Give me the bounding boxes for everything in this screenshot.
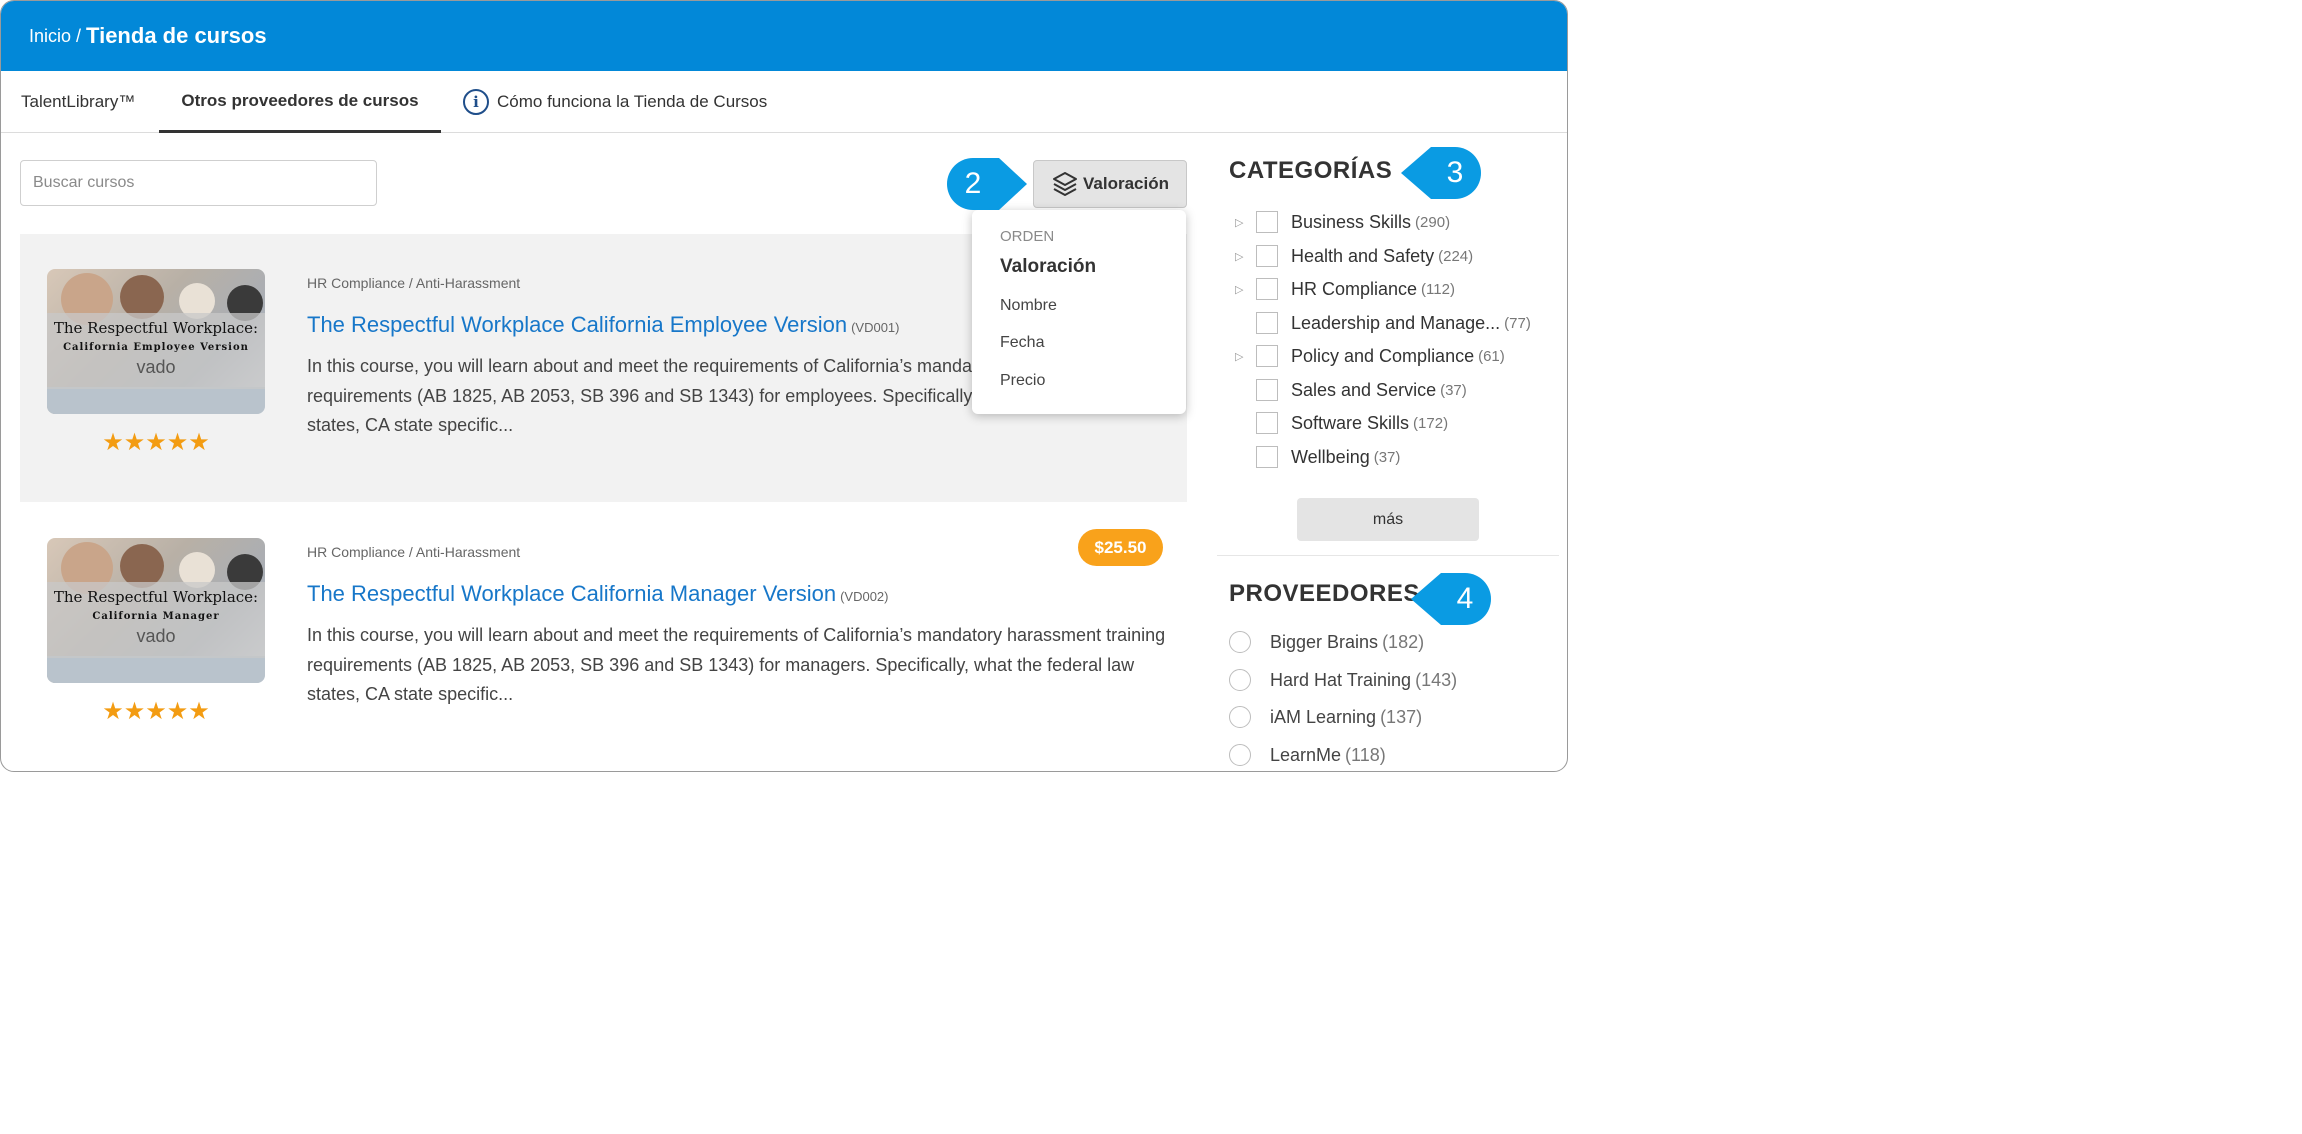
category-item-health-safety[interactable]: ▷ Health and Safety (224) [1217, 239, 1473, 273]
categories-title: CATEGORÍAS [1229, 157, 1393, 184]
course-category: HR Compliance / Anti-Harassment [307, 275, 521, 291]
category-item-business-skills[interactable]: ▷ Business Skills (290) [1217, 205, 1450, 239]
provider-item-bigger-brains[interactable]: Bigger Brains (182) [1229, 624, 1424, 660]
provider-radio[interactable] [1229, 669, 1251, 691]
vado-logo: vado [136, 357, 176, 377]
tab-how-it-works[interactable]: i Cómo funciona la Tienda de Cursos [463, 71, 767, 133]
category-item-policy-compliance[interactable]: ▷ Policy and Compliance (61) [1217, 339, 1505, 373]
course-category: HR Compliance / Anti-Harassment [307, 544, 521, 560]
sort-button-label: Valoración [1083, 174, 1169, 193]
provider-radio[interactable] [1229, 744, 1251, 766]
sort-dropdown: ORDEN Valoración Nombre Fecha Precio [972, 210, 1186, 414]
info-icon: i [463, 89, 489, 115]
thumbnail-caption: The Respectful Workplace: California Man… [47, 582, 265, 658]
category-item-software-skills[interactable]: ▷ Software Skills(172) [1217, 406, 1448, 440]
category-item-sales-service[interactable]: ▷ Sales and Service(37) [1217, 373, 1467, 407]
category-checkbox[interactable] [1256, 379, 1278, 401]
tab-label: Otros proveedores de cursos [181, 90, 419, 110]
tab-bar: TalentLibrary™ Otros proveedores de curs… [1, 71, 1567, 133]
sort-menu-header: ORDEN [1000, 228, 1055, 245]
category-item-hr-compliance[interactable]: ▷ HR Compliance (112) [1217, 272, 1455, 306]
page-title: Tienda de cursos [86, 23, 267, 48]
provider-radio[interactable] [1229, 631, 1251, 653]
rating-stars: ★★★★★ [102, 698, 210, 725]
callout-number: 4 [1456, 582, 1474, 615]
category-checkbox[interactable] [1256, 412, 1278, 434]
sort-option-date[interactable]: Fecha [1000, 325, 1158, 363]
category-checkbox[interactable] [1256, 345, 1278, 367]
sort-button[interactable]: Valoración [1033, 160, 1187, 208]
header-bar: Inicio / Tienda de cursos [1, 1, 1567, 71]
course-thumbnail[interactable]: The Respectful Workplace: California Emp… [47, 269, 265, 414]
callout-marker-2: 2 [947, 158, 1027, 210]
tab-talentlibrary[interactable]: TalentLibrary™ [21, 71, 135, 133]
sidebar-divider [1217, 555, 1559, 556]
category-checkbox[interactable] [1256, 245, 1278, 267]
course-card[interactable]: The Respectful Workplace: California Man… [20, 503, 1187, 771]
app-frame: Inicio / Tienda de cursos TalentLibrary™… [0, 0, 1568, 772]
callout-number: 3 [1446, 156, 1464, 189]
course-code: (VD001) [851, 320, 900, 335]
search-input[interactable] [20, 160, 377, 206]
category-checkbox[interactable] [1256, 446, 1278, 468]
sort-option-price[interactable]: Precio [1000, 362, 1158, 400]
callout-marker-4: 4 [1411, 573, 1491, 625]
provider-item-learnme[interactable]: LearnMe (118) [1229, 737, 1386, 771]
category-item-leadership[interactable]: ▷ Leadership and Manage...(77) [1217, 306, 1531, 340]
layers-icon [1053, 172, 1077, 196]
vado-logo: vado [136, 626, 176, 646]
price-badge: $25.50 [1078, 529, 1163, 566]
provider-radio[interactable] [1229, 706, 1251, 728]
expand-triangle-icon[interactable]: ▷ [1235, 283, 1253, 296]
category-checkbox[interactable] [1256, 278, 1278, 300]
tab-other-providers[interactable]: Otros proveedores de cursos [159, 71, 441, 133]
expand-triangle-icon[interactable]: ▷ [1235, 350, 1253, 363]
course-thumbnail[interactable]: The Respectful Workplace: California Man… [47, 538, 265, 683]
tab-label: TalentLibrary™ [21, 92, 136, 111]
tab-label: Cómo funciona la Tienda de Cursos [497, 92, 768, 111]
category-item-wellbeing[interactable]: ▷ Wellbeing(37) [1217, 440, 1400, 474]
course-code: (VD002) [840, 589, 889, 604]
more-categories-button[interactable]: más [1297, 498, 1479, 541]
sort-option-name[interactable]: Nombre [1000, 287, 1158, 325]
expand-triangle-icon[interactable]: ▷ [1235, 250, 1253, 263]
course-description: In this course, you will learn about and… [307, 625, 1166, 704]
course-title-link[interactable]: The Respectful Workplace California Mana… [307, 581, 889, 607]
callout-marker-3: 3 [1401, 147, 1481, 199]
breadcrumb-separator: / [76, 25, 82, 46]
breadcrumb-home-link[interactable]: Inicio [29, 26, 71, 47]
callout-number: 2 [964, 167, 982, 200]
category-checkbox[interactable] [1256, 211, 1278, 233]
provider-item-hard-hat[interactable]: Hard Hat Training (143) [1229, 662, 1457, 698]
category-checkbox[interactable] [1256, 312, 1278, 334]
expand-triangle-icon[interactable]: ▷ [1235, 216, 1253, 229]
rating-stars: ★★★★★ [102, 429, 210, 456]
thumbnail-caption: The Respectful Workplace: California Emp… [47, 313, 265, 389]
providers-title: PROVEEDORES [1229, 580, 1420, 607]
sort-option-rating[interactable]: Valoración [1000, 253, 1158, 281]
provider-item-iam-learning[interactable]: iAM Learning (137) [1229, 699, 1422, 735]
course-title-link[interactable]: The Respectful Workplace California Empl… [307, 312, 900, 338]
